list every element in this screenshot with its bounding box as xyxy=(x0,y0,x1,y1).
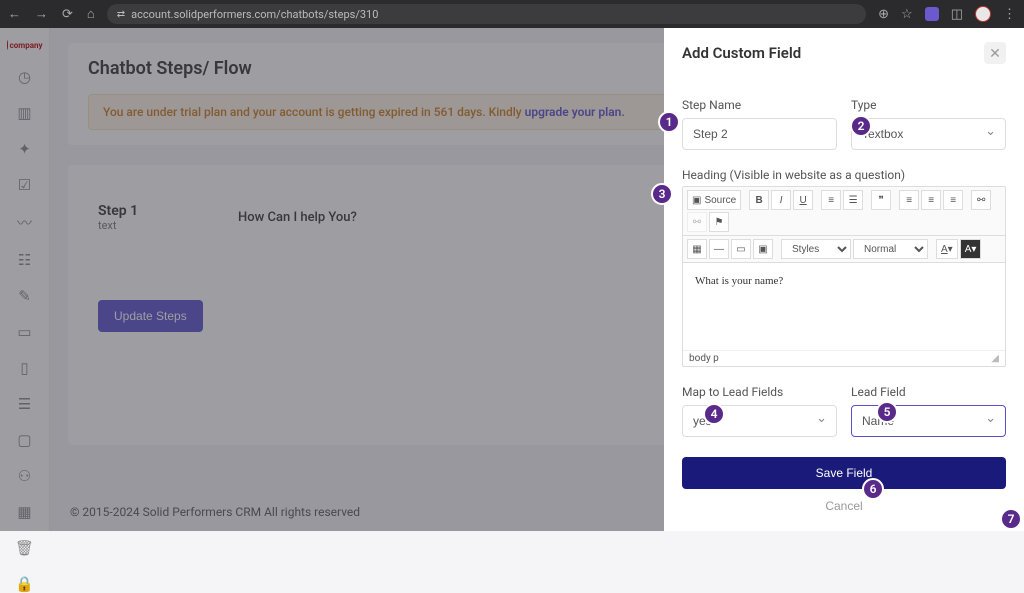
ext-icon-1[interactable] xyxy=(925,7,939,21)
step-name-input[interactable] xyxy=(682,118,837,150)
unlink-icon[interactable]: ⚯ xyxy=(687,212,707,232)
embed-icon[interactable]: ▭ xyxy=(731,239,751,259)
lead-field-label: Lead Field xyxy=(851,385,1006,399)
resize-handle[interactable]: ◢ xyxy=(991,353,999,364)
trash-icon[interactable]: 🗑 xyxy=(15,539,34,557)
quote-icon[interactable]: ❞ xyxy=(871,190,891,210)
italic-icon[interactable]: I xyxy=(771,190,791,210)
table-icon[interactable]: ▦ xyxy=(687,239,707,259)
type-select[interactable]: Textbox xyxy=(851,118,1006,150)
styles-select[interactable]: Styles xyxy=(781,239,851,259)
format-select[interactable]: Normal xyxy=(853,239,928,259)
align-left-icon[interactable]: ≡ xyxy=(899,190,919,210)
star-icon[interactable]: ☆ xyxy=(901,7,913,22)
ext-icon-2[interactable]: ◫ xyxy=(951,7,963,22)
callout-7: 7 xyxy=(1000,508,1022,530)
image-icon[interactable]: ▣ xyxy=(753,239,773,259)
callout-5: 5 xyxy=(876,401,898,423)
browser-chrome: ← → ⟳ ⌂ ⇄ account.solidperformers.com/ch… xyxy=(0,0,1024,28)
url-bar[interactable]: ⇄ account.solidperformers.com/chatbots/s… xyxy=(107,4,866,24)
url-text: account.solidperformers.com/chatbots/ste… xyxy=(131,8,378,21)
ul-icon[interactable]: ☰ xyxy=(843,190,863,210)
menu-icon[interactable]: ⋮ xyxy=(1003,7,1016,22)
align-right-icon[interactable]: ≡ xyxy=(943,190,963,210)
map-label: Map to Lead Fields xyxy=(682,385,837,399)
callout-3: 3 xyxy=(651,183,673,205)
reload-icon[interactable]: ⟳ xyxy=(62,7,73,22)
lock-icon: ⇄ xyxy=(117,9,125,20)
bold-icon[interactable]: B xyxy=(749,190,769,210)
link-icon[interactable]: ⚯ xyxy=(971,190,991,210)
hr-icon[interactable]: — xyxy=(709,239,729,259)
source-button[interactable]: ▣Source xyxy=(687,190,741,210)
back-icon[interactable]: ← xyxy=(8,6,21,22)
align-center-icon[interactable]: ≡ xyxy=(921,190,941,210)
cancel-button[interactable]: Cancel xyxy=(682,495,1006,517)
callout-4: 4 xyxy=(703,403,725,425)
ol-icon[interactable]: ≡ xyxy=(821,190,841,210)
rich-text-editor: ▣Source B I U ≡ ☰ ❞ ≡ ≡ ≡ ⚯ ⚯ ⚑ ▦ xyxy=(682,186,1006,367)
textcolor-icon[interactable]: A▾ xyxy=(936,239,958,259)
callout-6: 6 xyxy=(862,478,884,500)
forward-icon[interactable]: → xyxy=(35,6,48,22)
zoom-icon[interactable]: ⊕ xyxy=(878,7,889,22)
home-icon[interactable]: ⌂ xyxy=(87,6,95,22)
rte-content[interactable]: What is your name? xyxy=(683,263,1005,350)
underline-icon[interactable]: U xyxy=(793,190,813,210)
callout-1: 1 xyxy=(658,111,680,133)
step-name-label: Step Name xyxy=(682,98,837,112)
add-custom-field-modal: Add Custom Field ✕ Step Name Type Textbo… xyxy=(664,28,1024,531)
flag-icon[interactable]: ⚑ xyxy=(709,212,729,232)
lock-icon[interactable]: 🔒 xyxy=(15,575,34,593)
close-button[interactable]: ✕ xyxy=(984,42,1006,64)
callout-2: 2 xyxy=(850,115,872,137)
lead-field-select[interactable]: Name xyxy=(851,405,1006,437)
save-field-button[interactable]: Save Field xyxy=(682,457,1006,489)
bgcolor-icon[interactable]: A▾ xyxy=(960,239,982,259)
rte-path[interactable]: body p xyxy=(689,353,719,364)
heading-label: Heading (Visible in website as a questio… xyxy=(682,168,1006,182)
profile-icon[interactable] xyxy=(975,6,991,22)
modal-title: Add Custom Field xyxy=(682,44,801,62)
type-label: Type xyxy=(851,98,1006,112)
